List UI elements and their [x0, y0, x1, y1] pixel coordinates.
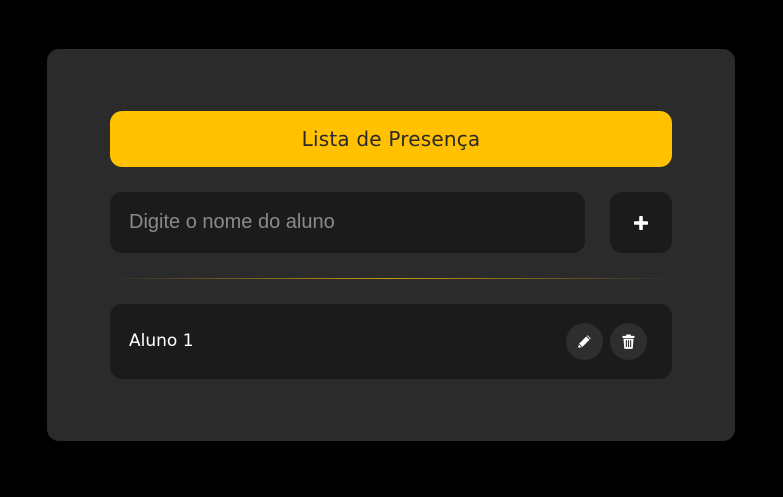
student-name: Aluno 1	[129, 331, 194, 351]
plus-icon	[634, 215, 648, 230]
attendance-card: Lista de Presença Aluno 1	[47, 49, 735, 441]
student-list-item: Aluno 1	[110, 304, 672, 379]
divider	[110, 278, 672, 279]
edit-student-button[interactable]	[566, 323, 603, 360]
add-student-form	[110, 192, 672, 253]
delete-student-button[interactable]	[610, 323, 647, 360]
add-student-button[interactable]	[610, 192, 672, 253]
trash-icon	[622, 334, 635, 349]
page-title: Lista de Presença	[110, 111, 672, 167]
pencil-icon	[577, 334, 592, 349]
student-name-input[interactable]	[110, 192, 585, 253]
